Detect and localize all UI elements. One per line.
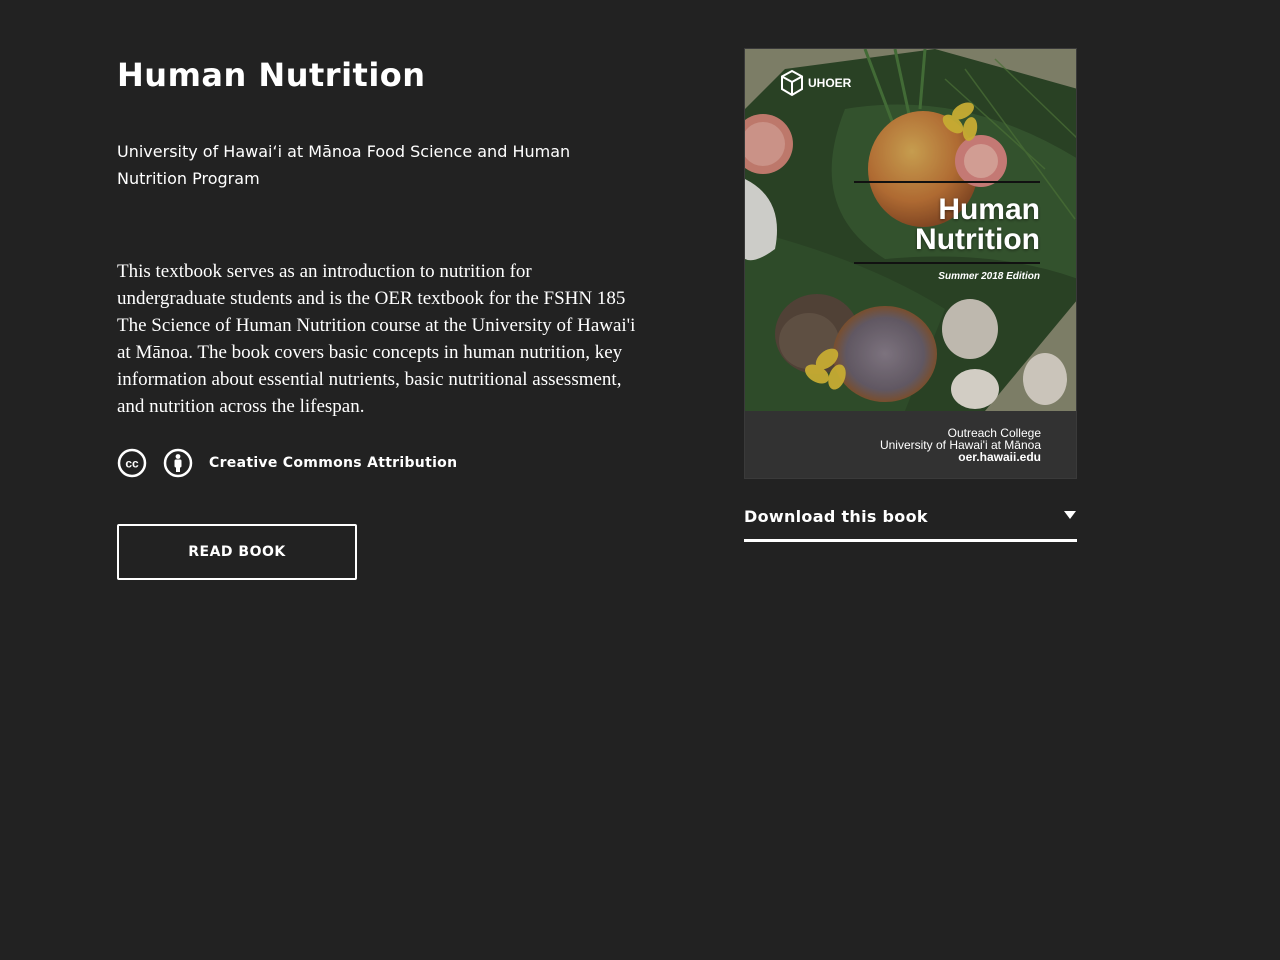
book-authors: University of Hawai‘i at Mānoa Food Scie… — [117, 142, 571, 188]
book-title: Human Nutrition — [117, 56, 426, 94]
book-description: This textbook serves as an introduction … — [117, 261, 636, 417]
read-book-button[interactable]: READ BOOK — [117, 524, 357, 580]
cover-rule-top — [854, 181, 1040, 183]
attribution-icon — [163, 448, 193, 478]
cover-title-line2: Nutrition — [915, 223, 1040, 256]
cover-brand: UHOER — [779, 69, 851, 97]
cover-rule-bottom — [854, 262, 1040, 264]
license-info: cc Creative Commons Attribution — [117, 448, 457, 478]
cover-edition: Summer 2018 Edition — [938, 271, 1040, 282]
book-cover: UHOER Human Nutrition Summer 2018 Editio… — [744, 48, 1077, 479]
cover-title: Human Nutrition — [915, 195, 1040, 255]
svg-text:cc: cc — [125, 457, 139, 471]
download-book-dropdown[interactable]: Download this book — [744, 505, 1077, 542]
cover-footer-url: oer.hawaii.edu — [958, 450, 1041, 464]
uhoer-logo-icon — [781, 69, 803, 97]
cover-footer: Outreach College University of Hawai'i a… — [745, 411, 1076, 478]
book-info: Human Nutrition University of Hawai‘i at… — [117, 50, 637, 580]
book-sidebar: UHOER Human Nutrition Summer 2018 Editio… — [744, 48, 1077, 542]
cover-title-line1: Human — [938, 193, 1040, 226]
download-label: Download this book — [744, 507, 928, 526]
cover-brand-label: UHOER — [808, 76, 852, 90]
cc-icon: cc — [117, 448, 147, 478]
license-label: Creative Commons Attribution — [209, 455, 458, 471]
caret-down-icon — [1064, 511, 1076, 519]
